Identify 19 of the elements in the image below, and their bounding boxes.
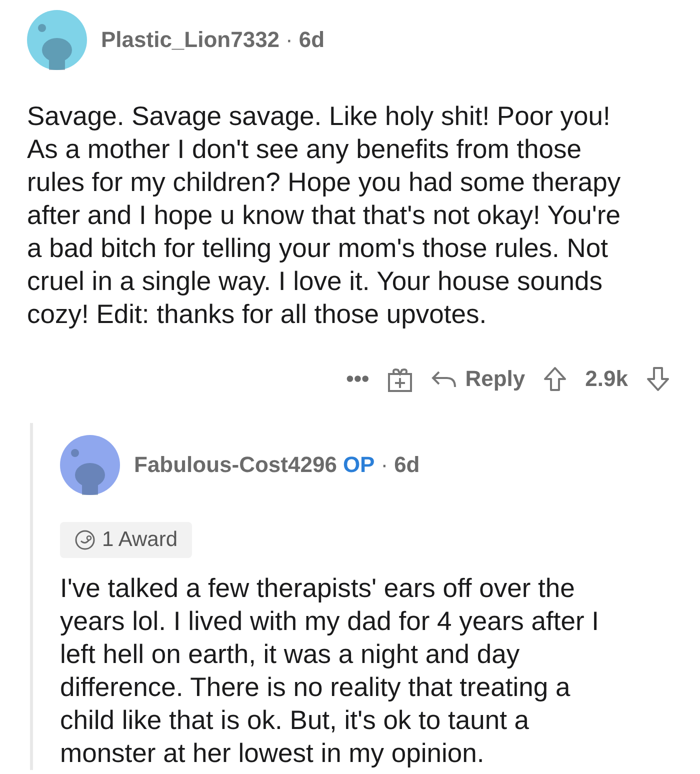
reply-button[interactable]: Reply — [431, 366, 526, 392]
avatar-icon[interactable] — [27, 10, 87, 70]
more-button[interactable]: ••• — [346, 366, 370, 392]
comment-text: Savage. Savage savage. Like holy shit! Poor you! As a mother I don't see any benefits from those rules for my children? Hope you had some therapy after and I hope u know that that's not okay! You're a bad bitch for telling your mom's those rules. Not cruel in a single way. I love it. Your house sounds cozy! Edit: thanks for all those upvotes. — [27, 100, 622, 331]
op-label: OP — [342, 452, 375, 478]
award-badge[interactable]: 1 Award — [60, 522, 192, 558]
upvote-icon[interactable] — [543, 366, 568, 392]
comment-text: I've talked a few therapists' ears off over the years lol. I lived with my dad for 4 years after I left hell on earth, it was a night and day difference. There is no reality that treating a child like that is ok. But, it's ok to taunt a monster at her lowest in my opinion. — [60, 572, 600, 770]
downvote-icon[interactable] — [646, 366, 670, 392]
timestamp: 6d — [394, 452, 420, 478]
separator-dot: · — [380, 452, 388, 478]
username[interactable]: Fabulous-Cost4296 — [134, 452, 337, 478]
avatar-icon[interactable] — [60, 435, 120, 495]
reply-icon — [431, 369, 458, 389]
separator-dot: · — [286, 27, 293, 53]
award-icon — [74, 529, 96, 551]
timestamp: 6d — [298, 27, 325, 53]
username[interactable]: Plastic_Lion7332 — [101, 27, 280, 53]
vote-count: 2.9k — [585, 366, 628, 392]
